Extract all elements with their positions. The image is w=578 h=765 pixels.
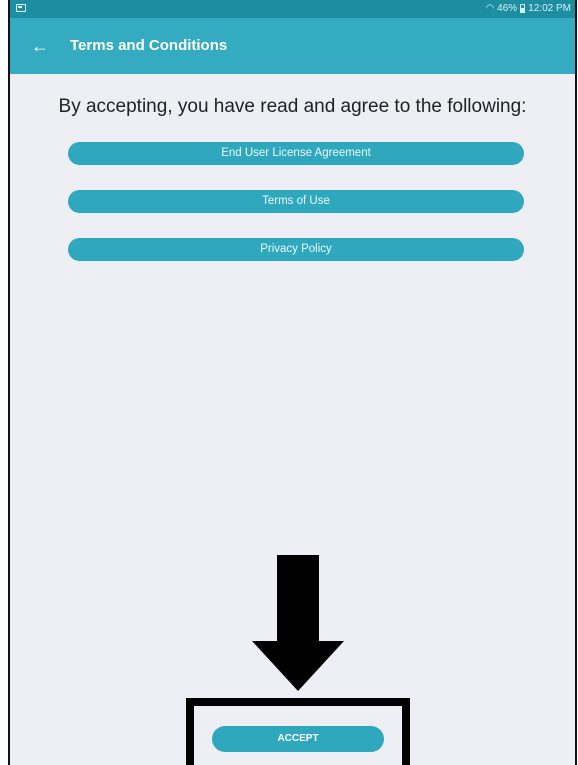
accept-button[interactable]: ACCEPT [212,726,384,752]
down-arrow-icon [252,555,344,691]
device-screen: ◠ 46% 12:02 PM ← Terms and Conditions By… [8,0,577,765]
privacy-policy-button[interactable]: Privacy Policy [68,238,524,261]
app-bar: ← Terms and Conditions [10,18,575,74]
battery-percentage: 46% [497,3,518,14]
status-indicators: ◠ 46% 12:02 PM [485,3,571,14]
accept-highlight-frame: ACCEPT [186,698,410,765]
agreement-heading: By accepting, you have read and agree to… [58,96,527,117]
back-arrow-icon[interactable]: ← [26,32,54,60]
status-time: 12:02 PM [528,3,571,14]
eula-button[interactable]: End User License Agreement [68,142,524,165]
terms-of-use-button[interactable]: Terms of Use [68,190,524,213]
status-bar: ◠ 46% 12:02 PM [10,0,575,18]
page-title: Terms and Conditions [70,37,228,54]
wifi-icon: ◠ [485,2,495,14]
notification-image-icon [16,4,26,12]
battery-icon [520,4,526,13]
